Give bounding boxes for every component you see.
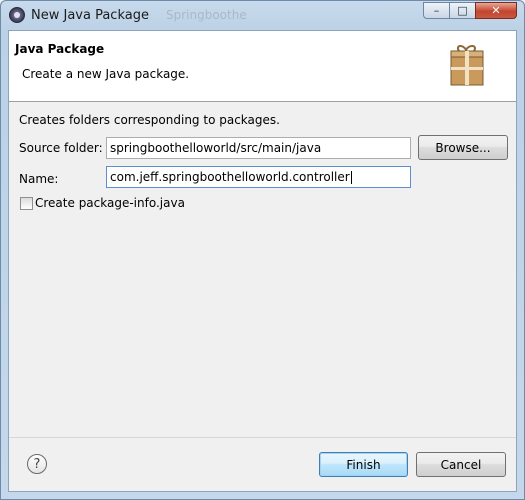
minimize-icon: – (433, 4, 440, 17)
footer-divider (9, 437, 516, 438)
form-description: Creates folders corresponding to package… (19, 113, 280, 127)
help-glyph: ? (33, 456, 41, 472)
page-title: Java Package (15, 42, 105, 56)
help-icon[interactable]: ? (27, 454, 47, 474)
dialog-body: Java Package Create a new Java package. … (8, 30, 517, 492)
finish-button[interactable]: Finish (319, 452, 408, 477)
maximize-button[interactable]: □ (449, 2, 475, 19)
source-folder-value: springboothelloworld/src/main/java (110, 141, 322, 155)
background-window-title: Springboothe (166, 8, 247, 22)
cancel-label: Cancel (440, 457, 482, 472)
browse-button[interactable]: Browse... (418, 135, 508, 160)
wizard-header: Java Package Create a new Java package. (9, 31, 516, 102)
text-caret (350, 171, 352, 184)
browse-label: Browse... (435, 140, 491, 155)
finish-label: Finish (346, 457, 381, 472)
cancel-button[interactable]: Cancel (416, 452, 506, 477)
eclipse-app-icon (9, 7, 25, 23)
window-title: New Java Package (31, 8, 149, 23)
create-package-info-label[interactable]: Create package-info.java (35, 196, 185, 210)
close-icon: ✕ (491, 4, 501, 17)
name-label: Name: (19, 172, 59, 186)
source-folder-field[interactable]: springboothelloworld/src/main/java (106, 137, 411, 159)
source-folder-label: Source folder: (19, 141, 103, 155)
close-button[interactable]: ✕ (475, 2, 517, 19)
minimize-button[interactable]: – (423, 2, 449, 19)
package-icon (450, 45, 484, 86)
name-value: com.jeff.springboothelloworld.controller (110, 170, 350, 184)
dialog-window: New Java Package Springboothe – □ ✕ Java… (0, 0, 525, 500)
title-bar[interactable]: New Java Package Springboothe – □ ✕ (1, 1, 524, 29)
maximize-icon: □ (457, 4, 468, 17)
name-field[interactable]: com.jeff.springboothelloworld.controller (106, 166, 411, 188)
page-description: Create a new Java package. (22, 67, 190, 81)
caption-buttons: – □ ✕ (423, 2, 517, 19)
create-package-info-checkbox[interactable] (20, 197, 33, 210)
